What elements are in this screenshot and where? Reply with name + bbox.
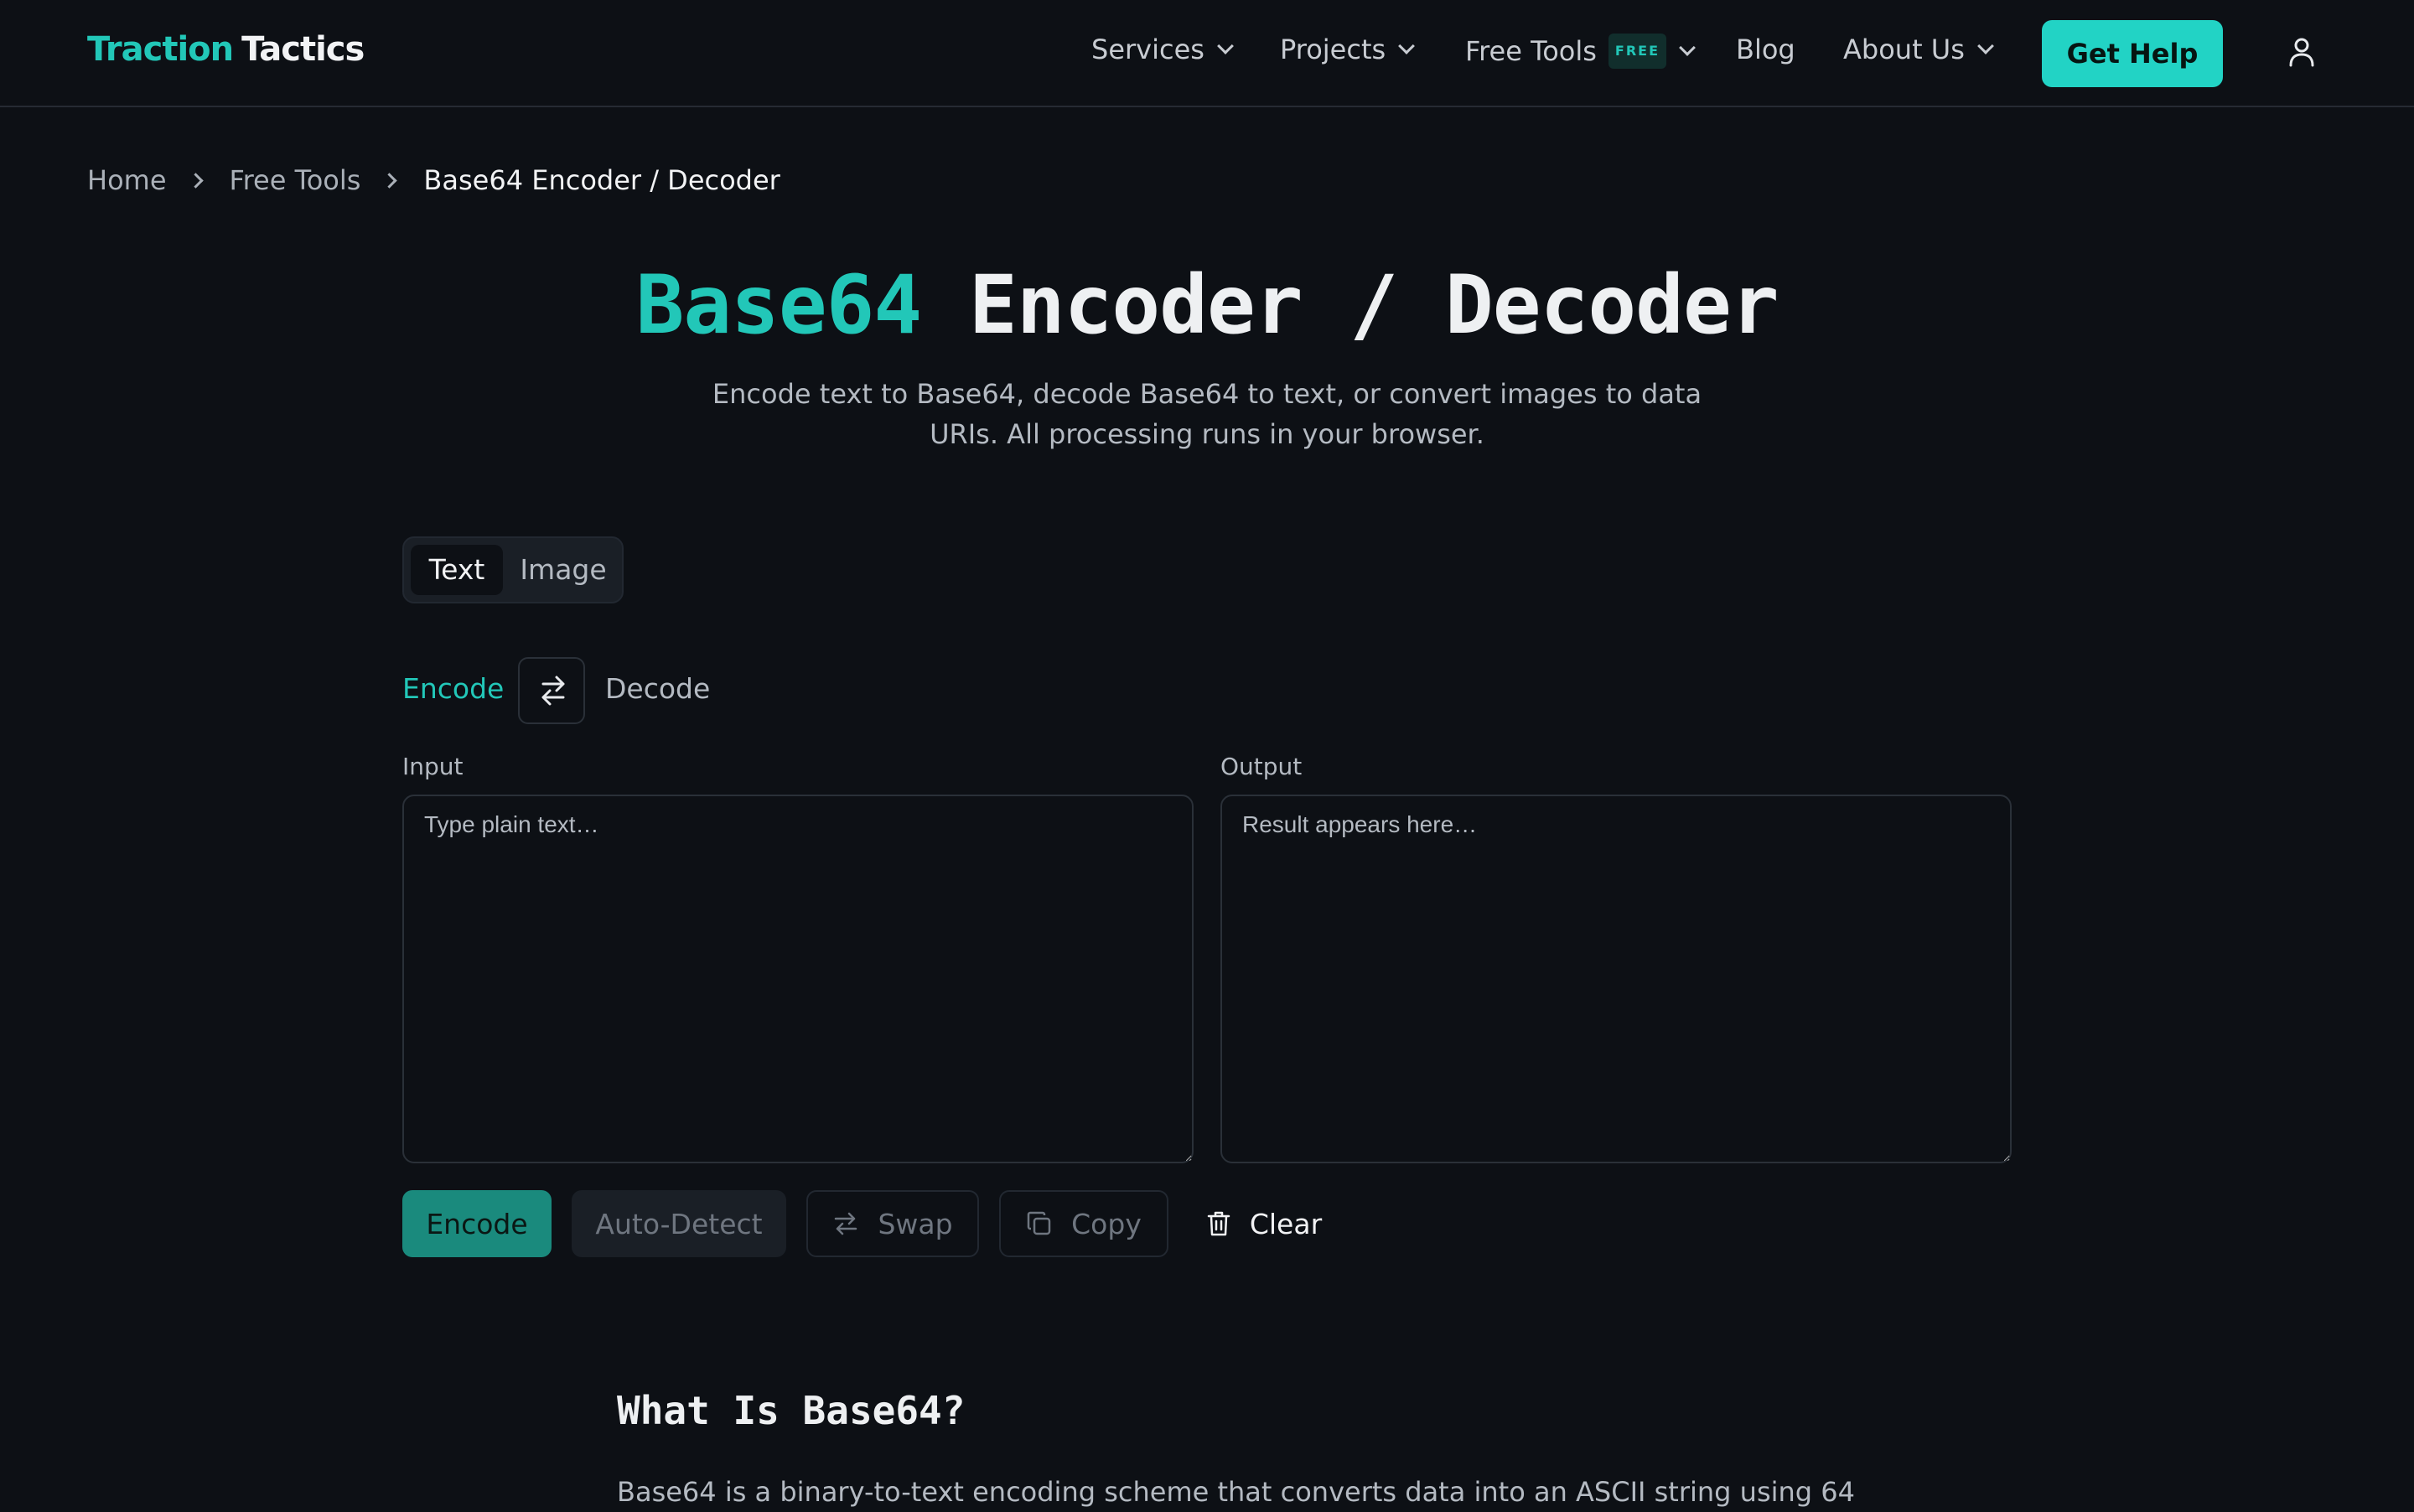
clear-button[interactable]: Clear [1189, 1190, 1339, 1257]
mode-tabs: Text Image [402, 536, 624, 603]
page-title-rest: Encoder / Decoder [921, 258, 1779, 352]
swap-button[interactable]: Swap [806, 1190, 979, 1257]
breadcrumb: Home Free Tools Base64 Encoder / Decoder [87, 164, 780, 196]
direction-toggle-button[interactable] [518, 657, 585, 724]
section-heading: What Is Base64? [617, 1388, 966, 1433]
tab-text[interactable]: Text [411, 545, 503, 595]
breadcrumb-current: Base64 Encoder / Decoder [423, 164, 780, 196]
page-title-highlight: Base64 [635, 258, 922, 352]
top-navigation: Traction Tactics Services Projects Free T… [0, 0, 2414, 107]
section-paragraph: Base64 is a binary-to-text encoding sche… [617, 1476, 1855, 1508]
chevron-down-icon [1217, 38, 1234, 54]
copy-icon [1027, 1211, 1051, 1235]
auto-detect-label: Auto-Detect [595, 1207, 763, 1240]
logo-tactics: Tactics [241, 30, 365, 69]
trash-icon [1207, 1211, 1230, 1236]
chevron-down-icon [1976, 38, 1994, 54]
nav-blog-label: Blog [1736, 34, 1795, 65]
nav-projects[interactable]: Projects [1280, 34, 1416, 65]
breadcrumb-free-tools[interactable]: Free Tools [230, 164, 361, 196]
output-textarea[interactable] [1220, 795, 2012, 1163]
direction-decode[interactable]: Decode [605, 672, 710, 705]
encode-button-label: Encode [426, 1207, 528, 1240]
input-textarea[interactable] [402, 795, 1194, 1163]
nav-services[interactable]: Services [1091, 34, 1234, 65]
copy-button[interactable]: Copy [999, 1190, 1168, 1257]
nav-free-tools[interactable]: Free Tools FREE [1465, 34, 1696, 69]
direction-encode[interactable]: Encode [402, 672, 504, 705]
tab-image[interactable]: Image [511, 545, 615, 595]
page-title: Base64 Encoder / Decoder [0, 258, 2414, 352]
free-badge: FREE [1608, 34, 1667, 69]
swap-arrows-icon [541, 676, 565, 706]
nav-services-label: Services [1091, 34, 1204, 65]
chevron-right-icon [187, 172, 204, 189]
logo-traction: Traction [87, 30, 234, 69]
nav-about-us[interactable]: About Us [1843, 34, 1994, 65]
auto-detect-button[interactable]: Auto-Detect [572, 1190, 786, 1257]
copy-label: Copy [1071, 1207, 1142, 1240]
chevron-right-icon [381, 172, 398, 189]
page-subtitle: Encode text to Base64, decode Base64 to … [712, 378, 1702, 450]
nav-projects-label: Projects [1280, 34, 1386, 65]
encode-button[interactable]: Encode [402, 1190, 552, 1257]
nav-free-tools-label: Free Tools [1465, 35, 1597, 67]
get-help-button[interactable]: Get Help [2042, 20, 2223, 87]
chevron-down-icon [1398, 38, 1416, 54]
breadcrumb-home[interactable]: Home [87, 164, 167, 196]
swap-label: Swap [878, 1207, 953, 1240]
clear-label: Clear [1249, 1207, 1323, 1240]
swap-arrows-icon [835, 1212, 857, 1235]
chevron-down-icon [1679, 39, 1696, 56]
output-label: Output [1220, 753, 1303, 780]
nav-about-label: About Us [1843, 34, 1965, 65]
site-logo[interactable]: Traction Tactics [87, 30, 365, 69]
user-icon[interactable] [2288, 37, 2315, 67]
nav-blog[interactable]: Blog [1736, 34, 1795, 65]
input-label: Input [402, 753, 464, 780]
